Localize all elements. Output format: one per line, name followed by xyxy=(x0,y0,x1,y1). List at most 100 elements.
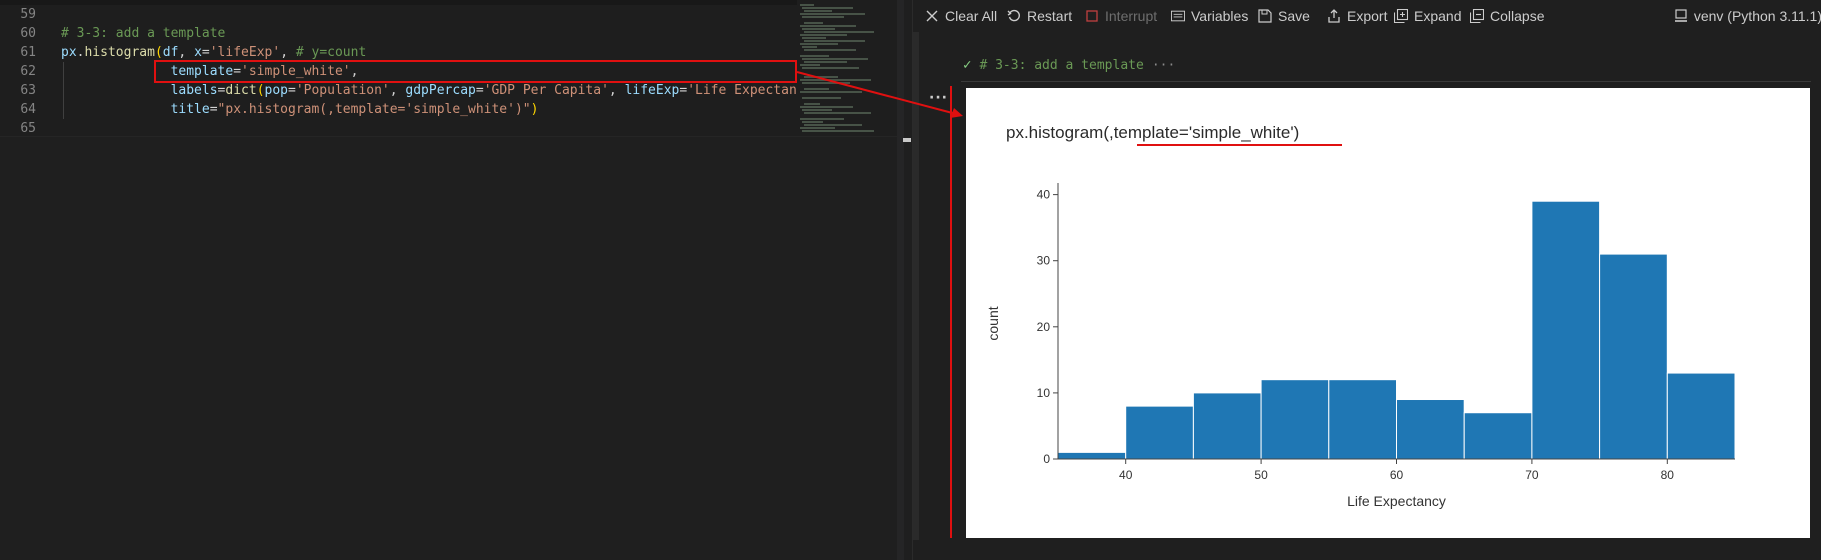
variables-icon xyxy=(1171,9,1185,23)
code-token: lifeExp xyxy=(624,83,680,98)
save-button[interactable]: Save xyxy=(1258,0,1310,32)
x-tick-label: 40 xyxy=(1119,468,1133,482)
minimap-line xyxy=(800,55,829,57)
cell-divider xyxy=(961,81,1811,82)
expand-button[interactable]: Expand xyxy=(1394,0,1461,32)
annotation-vertical-line xyxy=(950,86,952,538)
code-line[interactable]: 65 xyxy=(0,119,904,136)
save-icon xyxy=(1258,9,1272,23)
code-token: title xyxy=(170,102,210,117)
minimap-line xyxy=(802,97,841,99)
restart-label: Restart xyxy=(1027,8,1073,24)
collapse-button[interactable]: Collapse xyxy=(1470,0,1544,32)
minimap-line xyxy=(800,64,820,66)
x-tick-label: 50 xyxy=(1254,468,1268,482)
interactive-window: Clear All Restart Interrupt Variables Sa… xyxy=(912,0,1821,560)
code-editor[interactable]: 59 60 # 3-3: add a template 61 px.histogram(… xyxy=(0,0,911,560)
minimap-line xyxy=(804,76,838,78)
code-text: labels=dict(pop='Population', gdpPercap=… xyxy=(61,81,813,100)
clear-all-label: Clear All xyxy=(945,8,998,24)
code-token: "px.histogram(,template='simple_white')" xyxy=(217,102,531,117)
code-token: , xyxy=(389,83,406,98)
export-icon xyxy=(1327,9,1341,23)
chart-title: px.histogram(,template='simple_white') xyxy=(1006,123,1299,142)
code-token: dict xyxy=(225,83,257,98)
line-number: 64 xyxy=(20,102,36,117)
minimap-line xyxy=(802,28,835,30)
histogram-bar[interactable] xyxy=(1328,379,1397,460)
code-line[interactable]: 60 # 3-3: add a template xyxy=(0,24,904,43)
collapse-all-icon xyxy=(1470,9,1484,23)
code-token: 'Life Expectancy xyxy=(687,83,813,98)
cell-header[interactable]: ✓ # 3-3: add a template ··· xyxy=(963,56,1175,74)
variables-label: Variables xyxy=(1191,8,1249,24)
histogram-bar[interactable] xyxy=(1260,379,1330,460)
code-token: , xyxy=(608,83,625,98)
code-token: = xyxy=(201,45,210,60)
kernel-label: venv (Python 3.11.1) xyxy=(1693,8,1821,24)
code-token: # y=count xyxy=(295,45,367,60)
interrupt-label: Interrupt xyxy=(1105,8,1158,24)
collapse-label: Collapse xyxy=(1490,8,1545,24)
interrupt-button[interactable]: Interrupt xyxy=(1085,0,1157,32)
code-token: , xyxy=(280,45,296,60)
histogram-bar[interactable] xyxy=(1666,372,1736,460)
code-line[interactable]: 63 labels=dict(pop='Population', gdpPerc… xyxy=(0,81,904,100)
histogram-plot[interactable]: px.histogram(,template='simple_white') 40… xyxy=(966,88,1810,538)
save-label: Save xyxy=(1278,8,1310,24)
code-token: ( xyxy=(256,83,265,98)
minimap-line xyxy=(802,82,850,84)
line-number: 65 xyxy=(20,121,36,136)
code-token: = xyxy=(288,83,296,98)
histogram-bar[interactable] xyxy=(1057,451,1127,460)
kernel-picker[interactable]: venv (Python 3.11.1) xyxy=(1674,0,1821,32)
minimap-line xyxy=(804,10,832,12)
editor-divider xyxy=(0,136,897,137)
histogram-bar[interactable] xyxy=(1463,412,1533,460)
code-line[interactable]: 59 xyxy=(0,5,904,24)
restart-icon xyxy=(1007,9,1021,23)
minimap[interactable] xyxy=(797,0,897,136)
close-icon xyxy=(925,9,939,23)
minimap-line xyxy=(804,124,862,126)
editor-scrollbar[interactable] xyxy=(897,0,904,560)
minimap-line xyxy=(800,91,862,93)
minimap-line xyxy=(802,7,853,9)
line-number: 61 xyxy=(20,45,36,60)
panel-scrollbar[interactable] xyxy=(913,32,919,540)
code-line[interactable]: 64 title="px.histogram(,template='simple… xyxy=(0,100,904,119)
minimap-line xyxy=(800,127,835,129)
y-tick-label: 20 xyxy=(1037,320,1051,334)
minimap-line xyxy=(802,58,868,60)
code-token: x xyxy=(194,45,202,60)
editor-scrollbar-thumb[interactable] xyxy=(903,138,911,142)
x-axis-label: Life Expectancy xyxy=(1347,493,1446,509)
export-button[interactable]: Export xyxy=(1327,0,1387,32)
clear-all-button[interactable]: Clear All xyxy=(925,0,997,32)
code-token: gdpPercap xyxy=(405,83,476,98)
code-token: = xyxy=(475,83,484,98)
code-token: ) xyxy=(530,102,539,117)
histogram-bar[interactable] xyxy=(1531,200,1601,460)
restart-button[interactable]: Restart xyxy=(1007,0,1072,32)
export-label: Export xyxy=(1347,8,1388,24)
y-tick-label: 40 xyxy=(1037,188,1051,202)
editor-top-edge xyxy=(0,0,800,5)
histogram-bar[interactable] xyxy=(1599,253,1668,460)
cell-output-menu-button[interactable]: ··· xyxy=(929,90,948,106)
minimap-line xyxy=(800,4,814,6)
variables-button[interactable]: Variables xyxy=(1171,0,1248,32)
success-check-icon: ✓ xyxy=(963,57,972,73)
minimap-line xyxy=(802,46,817,48)
histogram-bar[interactable] xyxy=(1125,405,1194,460)
histogram-bar[interactable] xyxy=(1396,399,1465,460)
y-tick-label: 10 xyxy=(1037,386,1051,400)
minimap-line xyxy=(804,31,874,33)
x-tick-label: 70 xyxy=(1525,468,1539,482)
histogram-bar[interactable] xyxy=(1192,392,1262,460)
minimap-line xyxy=(800,106,853,108)
code-token: labels xyxy=(170,83,218,98)
stop-icon xyxy=(1085,9,1099,23)
highlight-annotation-box xyxy=(154,60,797,83)
